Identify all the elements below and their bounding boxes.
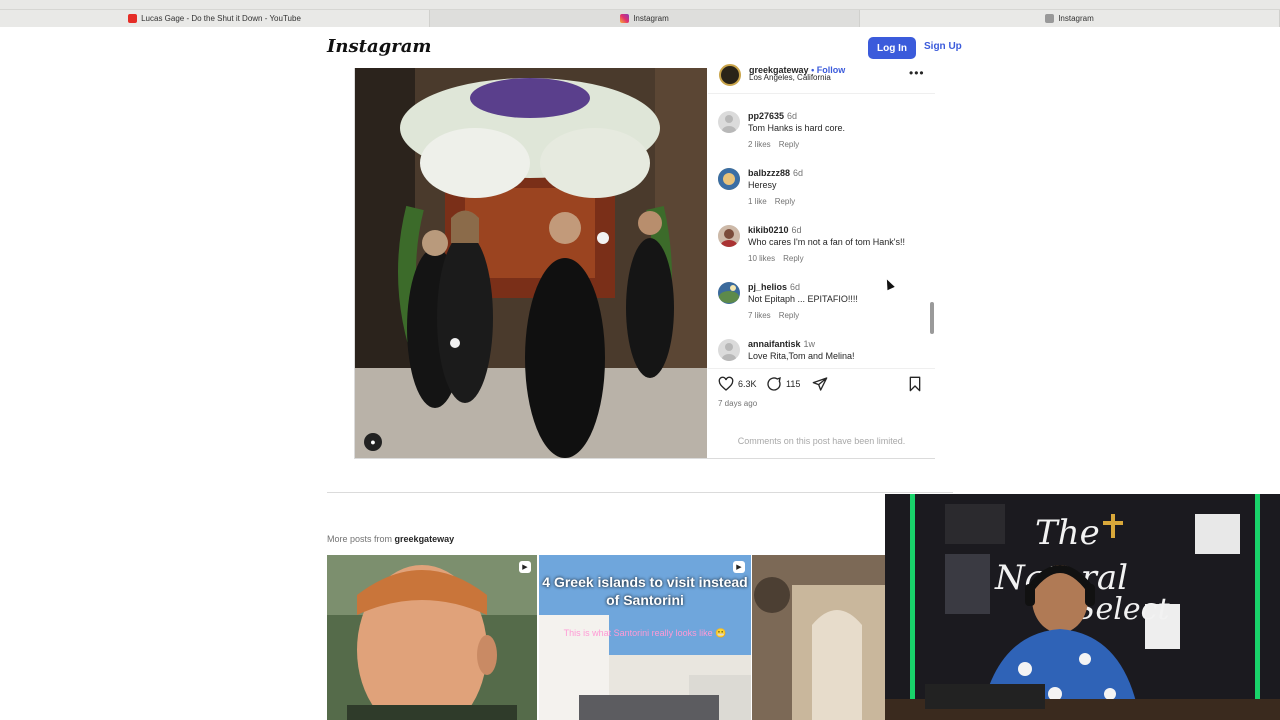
comment-icon[interactable]: [766, 376, 782, 392]
reply-button[interactable]: Reply: [779, 311, 799, 320]
comment-action[interactable]: 115: [766, 376, 800, 392]
post-card: ● greekgateway • Follow Los Angeles, Cal…: [354, 64, 935, 459]
comment-meta: 10 likes Reply: [748, 254, 812, 263]
grid-post-thumbnail: [327, 555, 537, 720]
youtube-icon: [128, 14, 138, 23]
comment-likes[interactable]: 10 likes: [748, 254, 775, 263]
comment-text: Love Rita,Tom and Melina!: [748, 351, 855, 361]
heart-icon[interactable]: [718, 376, 734, 392]
comment-text: Not Epitaph ... EPITAFIO!!!!: [748, 294, 858, 304]
post-photo-illustration: [355, 68, 707, 458]
comment-username[interactable]: pp27635 6d: [748, 111, 797, 121]
instagram-header: Instagram Log In Sign Up: [0, 27, 1280, 68]
comment-likes[interactable]: 7 likes: [748, 311, 771, 320]
comments-limited-notice: Comments on this post have been limited.: [737, 436, 906, 446]
comment-likes[interactable]: 2 likes: [748, 140, 771, 149]
default-avatar-icon[interactable]: [718, 111, 740, 133]
browser-tab-bar: Lucas Gage - Do the Shut it Down - YouTu…: [0, 10, 1280, 27]
post-actions: 6.3K 115 7 days ago: [708, 368, 935, 408]
comment-item: annaifantisk 1w Love Rita,Tom and Melina!: [708, 336, 935, 368]
grid-post-thumbnail: [752, 555, 885, 720]
comment-username[interactable]: kikib0210 6d: [748, 225, 802, 235]
comment-meta: 1 like Reply: [748, 197, 803, 206]
tab-title: Instagram: [633, 14, 669, 23]
more-posts-author[interactable]: greekgateway: [395, 534, 455, 544]
browser-tab-instagram-active[interactable]: Instagram: [430, 10, 860, 27]
comment-item: pp27635 6d Tom Hanks is hard core. 2 like…: [708, 108, 935, 165]
more-posts-prefix: More posts from: [327, 534, 393, 544]
section-divider: [327, 492, 953, 493]
default-avatar-icon[interactable]: [718, 339, 740, 361]
reply-button[interactable]: Reply: [779, 140, 799, 149]
grid-post[interactable]: [752, 555, 885, 720]
page-icon: [1045, 14, 1055, 23]
reply-button[interactable]: Reply: [775, 197, 795, 206]
post-location[interactable]: Los Angeles, California: [749, 73, 831, 82]
comments-scrollbar[interactable]: [930, 302, 934, 334]
author-avatar[interactable]: [719, 64, 741, 86]
instagram-icon: [620, 14, 630, 23]
like-count: 6.3K: [738, 379, 757, 389]
save-action[interactable]: [908, 376, 922, 392]
browser-tab-instagram[interactable]: Instagram: [860, 10, 1280, 27]
grid-post-title: 4 Greek islands to visit instead of Sant…: [542, 574, 748, 608]
user-avatar[interactable]: [718, 282, 740, 304]
tab-title: Lucas Gage - Do the Shut it Down - YouTu…: [141, 14, 301, 23]
bookmark-icon[interactable]: [908, 376, 922, 392]
user-avatar[interactable]: [718, 225, 740, 247]
post-author-header: greekgateway • Follow Los Angeles, Calif…: [708, 64, 935, 94]
comment-item: balbzzz88 6d Heresy 1 like Reply: [708, 165, 935, 222]
reply-button[interactable]: Reply: [783, 254, 803, 263]
comment-count: 115: [786, 379, 801, 389]
tab-title: Instagram: [1058, 14, 1094, 23]
share-action[interactable]: [812, 376, 828, 392]
browser-chrome: [0, 0, 1280, 10]
comment-text: Heresy: [748, 180, 777, 190]
webcam-streamer-illustration: The Natural Select: [885, 494, 1280, 720]
browser-tab-youtube[interactable]: Lucas Gage - Do the Shut it Down - YouTu…: [0, 10, 430, 27]
like-action[interactable]: 6.3K: [718, 376, 757, 392]
post-sidebar: greekgateway • Follow Los Angeles, Calif…: [708, 64, 935, 458]
post-timestamp[interactable]: 7 days ago: [718, 399, 757, 408]
signup-link[interactable]: Sign Up: [924, 41, 962, 52]
user-avatar[interactable]: [718, 168, 740, 190]
grid-post-subtitle: This is what Santorini really looks like…: [563, 628, 727, 638]
comment-username[interactable]: pj_helios 6d: [748, 282, 800, 292]
comment-meta: 7 likes Reply: [748, 311, 807, 320]
user-tag-icon[interactable]: ●: [364, 433, 382, 451]
grid-post[interactable]: ▶: [327, 555, 537, 720]
reel-icon: ▶: [733, 561, 745, 573]
svg-text:The: The: [1035, 513, 1100, 553]
comment-meta: 2 likes Reply: [748, 140, 807, 149]
post-photo[interactable]: ●: [355, 68, 707, 458]
share-icon[interactable]: [812, 376, 828, 392]
webcam-overlay: The Natural Select: [885, 494, 1280, 720]
comment-username[interactable]: balbzzz88 6d: [748, 168, 803, 178]
comments-list[interactable]: pp27635 6d Tom Hanks is hard core. 2 like…: [708, 108, 935, 368]
instagram-logo[interactable]: Instagram: [327, 36, 431, 57]
comment-username[interactable]: annaifantisk 1w: [748, 339, 815, 349]
comment-likes[interactable]: 1 like: [748, 197, 767, 206]
comment-item: kikib0210 6d Who cares I'm not a fan of t…: [708, 222, 935, 279]
login-button[interactable]: Log In: [868, 37, 916, 59]
comment-text: Tom Hanks is hard core.: [748, 123, 846, 133]
more-posts-heading: More posts from greekgateway: [327, 534, 454, 544]
reel-icon: ▶: [519, 561, 531, 573]
more-options-icon[interactable]: •••: [909, 66, 925, 80]
comment-item: pj_helios 6d Not Epitaph ... EPITAFIO!!!!…: [708, 279, 935, 336]
comment-text: Who cares I'm not a fan of tom Hank's!!: [748, 237, 905, 247]
grid-post[interactable]: 4 Greek islands to visit instead of Sant…: [539, 555, 751, 720]
